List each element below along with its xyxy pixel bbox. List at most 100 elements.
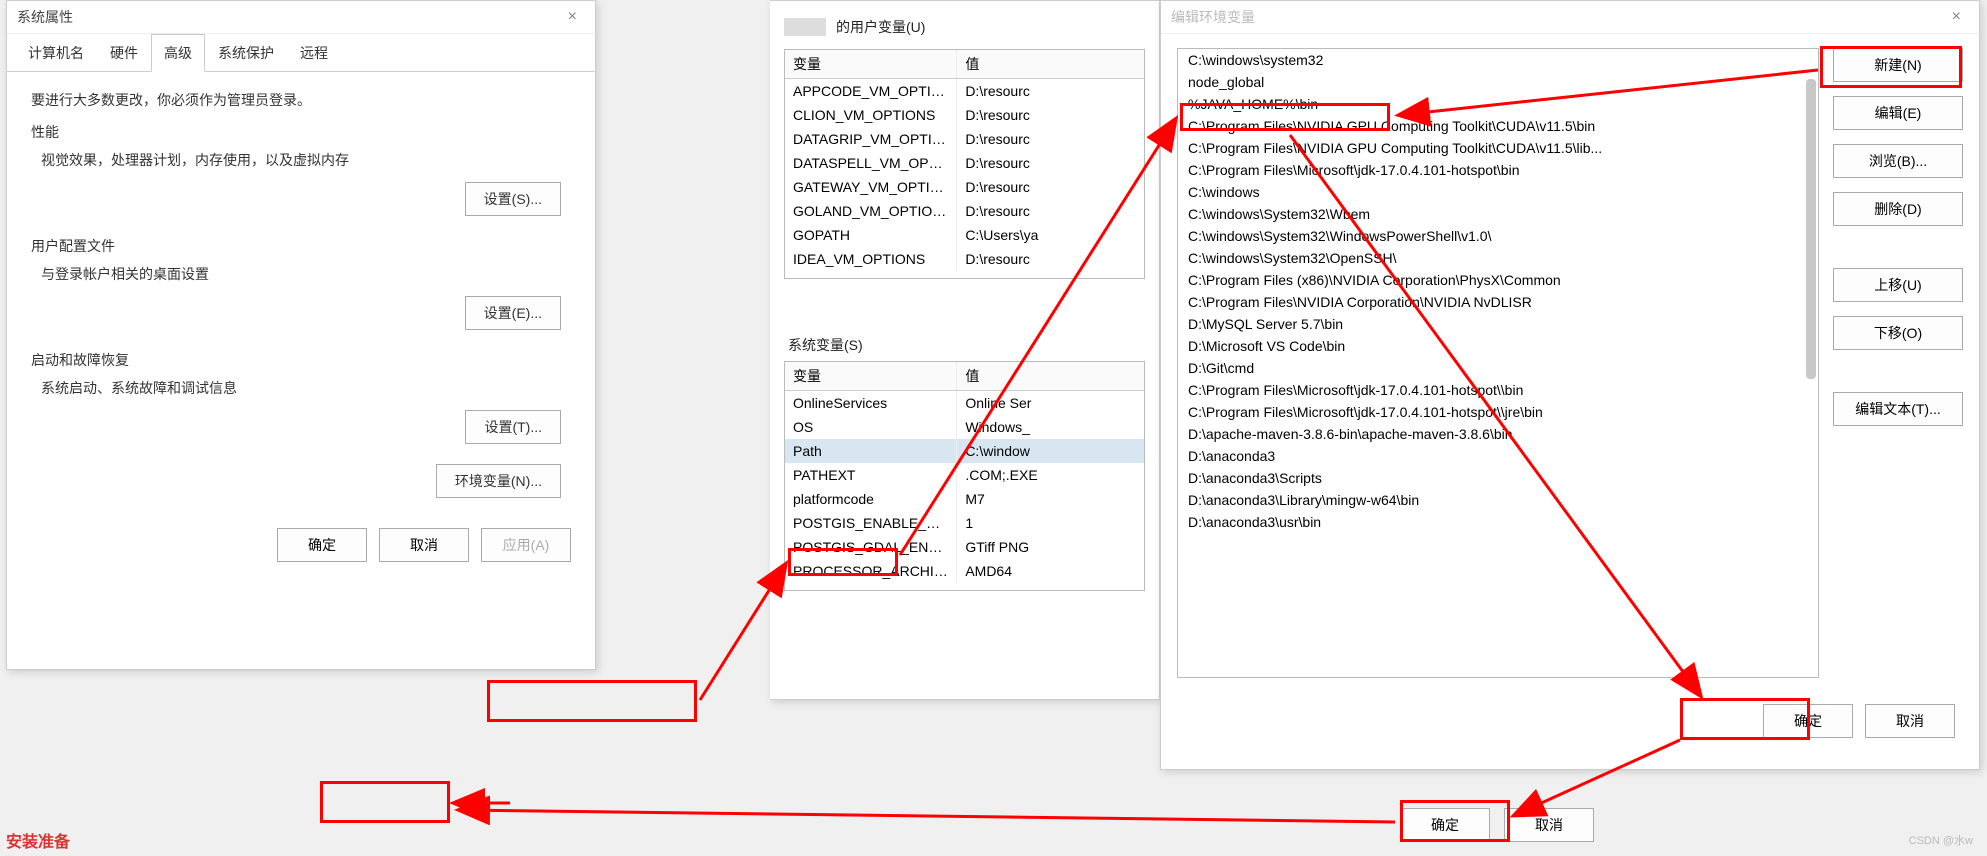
tab-advanced[interactable]: 高级: [151, 34, 205, 72]
table-row[interactable]: GOLAND_VM_OPTIONSD:\resourc: [785, 199, 1144, 223]
table-row[interactable]: POSTGIS_GDAL_ENABLED_D...GTiff PNG: [785, 535, 1144, 559]
path-item[interactable]: C:\Program Files\NVIDIA Corporation\NVID…: [1178, 291, 1818, 313]
path-item[interactable]: node_global: [1178, 71, 1818, 93]
var-value: D:\resourc: [957, 103, 1144, 127]
path-item[interactable]: D:\anaconda3\Scripts: [1178, 467, 1818, 489]
path-item[interactable]: D:\MySQL Server 5.7\bin: [1178, 313, 1818, 335]
dialog-title: 编辑环境变量: [1171, 7, 1255, 27]
table-row[interactable]: GOPATHC:\Users\ya: [785, 223, 1144, 247]
col-val[interactable]: 值: [957, 50, 1144, 78]
var-name: IDEA_VM_OPTIONS: [785, 247, 957, 271]
profile-settings-button[interactable]: 设置(E)...: [465, 296, 561, 330]
edit-text-button[interactable]: 编辑文本(T)...: [1833, 392, 1963, 426]
edit-button[interactable]: 编辑(E): [1833, 96, 1963, 130]
table-row[interactable]: CLION_VM_OPTIONSD:\resourc: [785, 103, 1144, 127]
var-value: C:\Users\ya: [957, 223, 1144, 247]
table-row[interactable]: platformcodeM7: [785, 487, 1144, 511]
path-item[interactable]: C:\windows\System32\WindowsPowerShell\v1…: [1178, 225, 1818, 247]
table-row[interactable]: DATASPELL_VM_OPTIONSD:\resourc: [785, 151, 1144, 175]
table-row[interactable]: DATAGRIP_VM_OPTIONSD:\resourc: [785, 127, 1144, 151]
apply-button[interactable]: 应用(A): [481, 528, 571, 562]
var-value: .COM;.EXE: [957, 463, 1144, 487]
new-button[interactable]: 新建(N): [1833, 48, 1963, 82]
table-row[interactable]: GATEWAY_VM_OPTIONSD:\resourc: [785, 175, 1144, 199]
user-vars-list[interactable]: 变量 值 APPCODE_VM_OPTIONSD:\resourcCLION_V…: [784, 49, 1145, 279]
table-row[interactable]: IDEA_VM_OPTIONSD:\resourc: [785, 247, 1144, 271]
list-header: 变量 值: [785, 50, 1144, 79]
watermark: CSDN @水w: [1909, 832, 1973, 848]
close-icon[interactable]: ×: [1944, 8, 1969, 26]
table-row[interactable]: POSTGIS_ENABLE_OUTDB_R...1: [785, 511, 1144, 535]
tab-computer-name[interactable]: 计算机名: [15, 34, 97, 72]
path-item[interactable]: D:\anaconda3: [1178, 445, 1818, 467]
path-item[interactable]: C:\Program Files\Microsoft\jdk-17.0.4.10…: [1178, 401, 1818, 423]
move-down-button[interactable]: 下移(O): [1833, 316, 1963, 350]
env-vars-button[interactable]: 环境变量(N)...: [436, 464, 561, 498]
path-item[interactable]: C:\windows: [1178, 181, 1818, 203]
move-up-button[interactable]: 上移(U): [1833, 268, 1963, 302]
env-ok-button[interactable]: 确定: [1400, 808, 1490, 842]
var-name: PROCESSOR_ARCHITECTURE: [785, 559, 957, 583]
tab-remote[interactable]: 远程: [287, 34, 341, 72]
ok-button[interactable]: 确定: [277, 528, 367, 562]
table-row[interactable]: PROCESSOR_ARCHITECTUREAMD64: [785, 559, 1144, 583]
path-item[interactable]: C:\Program Files\Microsoft\jdk-17.0.4.10…: [1178, 159, 1818, 181]
delete-button[interactable]: 删除(D): [1833, 192, 1963, 226]
startup-settings-button[interactable]: 设置(T)...: [465, 410, 561, 444]
annotation-box: [487, 680, 697, 722]
var-name: POSTGIS_ENABLE_OUTDB_R...: [785, 511, 957, 535]
dialog-footer: 确定 取消 应用(A): [7, 516, 595, 580]
col-val[interactable]: 值: [957, 362, 1144, 390]
path-item[interactable]: D:\anaconda3\Library\mingw-w64\bin: [1178, 489, 1818, 511]
path-item[interactable]: C:\Program Files (x86)\NVIDIA Corporatio…: [1178, 269, 1818, 291]
path-item[interactable]: C:\Program Files\NVIDIA GPU Computing To…: [1178, 115, 1818, 137]
path-item[interactable]: D:\apache-maven-3.8.6-bin\apache-maven-3…: [1178, 423, 1818, 445]
var-name: POSTGIS_GDAL_ENABLED_D...: [785, 535, 957, 559]
footer-heading: 安装准备: [6, 828, 70, 852]
var-value: D:\resourc: [957, 151, 1144, 175]
table-row[interactable]: APPCODE_VM_OPTIONSD:\resourc: [785, 79, 1144, 103]
col-var[interactable]: 变量: [785, 50, 957, 78]
var-value: D:\resourc: [957, 175, 1144, 199]
cancel-button[interactable]: 取消: [379, 528, 469, 562]
env-dialog-footer: [1111, 591, 1159, 621]
tab-hardware[interactable]: 硬件: [97, 34, 151, 72]
env-cancel-button[interactable]: 取消: [1504, 808, 1594, 842]
annotation-box: [320, 781, 450, 823]
path-dialog-footer: 确定 取消: [1161, 692, 1979, 756]
var-value: D:\resourc: [957, 79, 1144, 103]
system-properties-dialog: 系统属性 × 计算机名 硬件 高级 系统保护 远程 要进行大多数更改，你必须作为…: [6, 0, 596, 670]
sys-vars-list[interactable]: 变量 值 OnlineServicesOnline SerOSWindows_P…: [784, 361, 1145, 591]
path-cancel-button[interactable]: 取消: [1865, 704, 1955, 738]
table-row[interactable]: PathC:\window: [785, 439, 1144, 463]
var-value: AMD64: [957, 559, 1144, 583]
path-item[interactable]: %JAVA_HOME%\bin: [1178, 93, 1818, 115]
admin-notice: 要进行大多数更改，你必须作为管理员登录。: [31, 90, 571, 110]
path-item[interactable]: C:\windows\System32\OpenSSH\: [1178, 247, 1818, 269]
performance-section: 性能 视觉效果，处理器计划，内存使用，以及虚拟内存 设置(S)...: [31, 122, 571, 216]
path-ok-button[interactable]: 确定: [1763, 704, 1853, 738]
path-item[interactable]: C:\windows\system32: [1178, 49, 1818, 71]
path-item[interactable]: C:\windows\System32\Wbem: [1178, 203, 1818, 225]
table-row[interactable]: PATHEXT.COM;.EXE: [785, 463, 1144, 487]
scrollbar-thumb[interactable]: [1806, 79, 1816, 379]
var-value: D:\resourc: [957, 247, 1144, 271]
table-row[interactable]: OSWindows_: [785, 415, 1144, 439]
table-row[interactable]: OnlineServicesOnline Ser: [785, 391, 1144, 415]
path-item[interactable]: C:\Program Files\NVIDIA GPU Computing To…: [1178, 137, 1818, 159]
path-item[interactable]: C:\Program Files\Microsoft\jdk-17.0.4.10…: [1178, 379, 1818, 401]
col-var[interactable]: 变量: [785, 362, 957, 390]
path-item[interactable]: D:\Git\cmd: [1178, 357, 1818, 379]
var-name: GOLAND_VM_OPTIONS: [785, 199, 957, 223]
perf-settings-button[interactable]: 设置(S)...: [465, 182, 561, 216]
var-name: APPCODE_VM_OPTIONS: [785, 79, 957, 103]
sys-vars-label: 系统变量(S): [784, 329, 1145, 361]
tab-system-protection[interactable]: 系统保护: [205, 34, 287, 72]
path-item[interactable]: D:\anaconda3\usr\bin: [1178, 511, 1818, 533]
var-name: Path: [785, 439, 957, 463]
close-icon[interactable]: ×: [560, 8, 585, 26]
path-list[interactable]: C:\windows\system32node_global%JAVA_HOME…: [1177, 48, 1819, 678]
browse-button[interactable]: 浏览(B)...: [1833, 144, 1963, 178]
var-name: GOPATH: [785, 223, 957, 247]
path-item[interactable]: D:\Microsoft VS Code\bin: [1178, 335, 1818, 357]
